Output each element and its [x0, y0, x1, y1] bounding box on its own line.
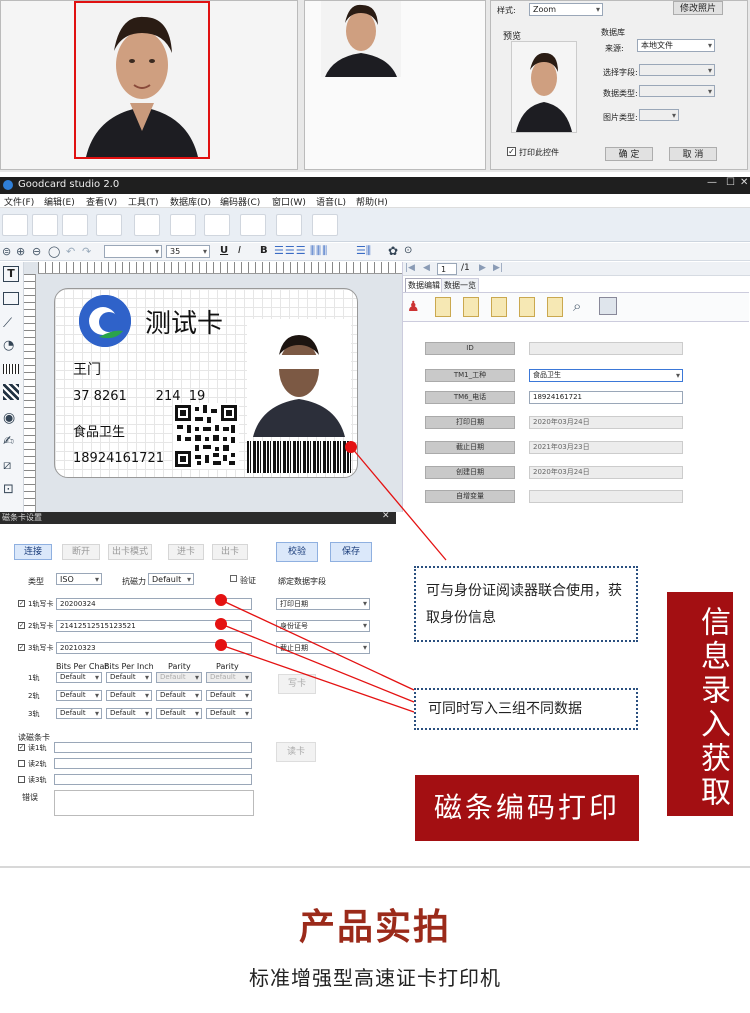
- callout-lines: [215, 441, 447, 713]
- section-divider: [0, 866, 750, 868]
- callout-three-tracks: 可同时写入三组不同数据: [414, 688, 638, 730]
- callout-line-3: [220, 623, 415, 703]
- footer-subtitle: 标准增强型高速证卡打印机: [249, 966, 501, 990]
- callout-line-4: [220, 644, 415, 713]
- info-entry-banner: 信息录入获取: [667, 592, 733, 816]
- callout-id-reader: 可与身份证阅读器联合使用，获取身份信息: [414, 566, 638, 642]
- footer-title: 产品实拍: [298, 907, 451, 948]
- callout-line-1: [350, 446, 447, 561]
- mag-print-banner: 磁条编码打印: [415, 775, 639, 841]
- callout-line-2: [220, 599, 415, 691]
